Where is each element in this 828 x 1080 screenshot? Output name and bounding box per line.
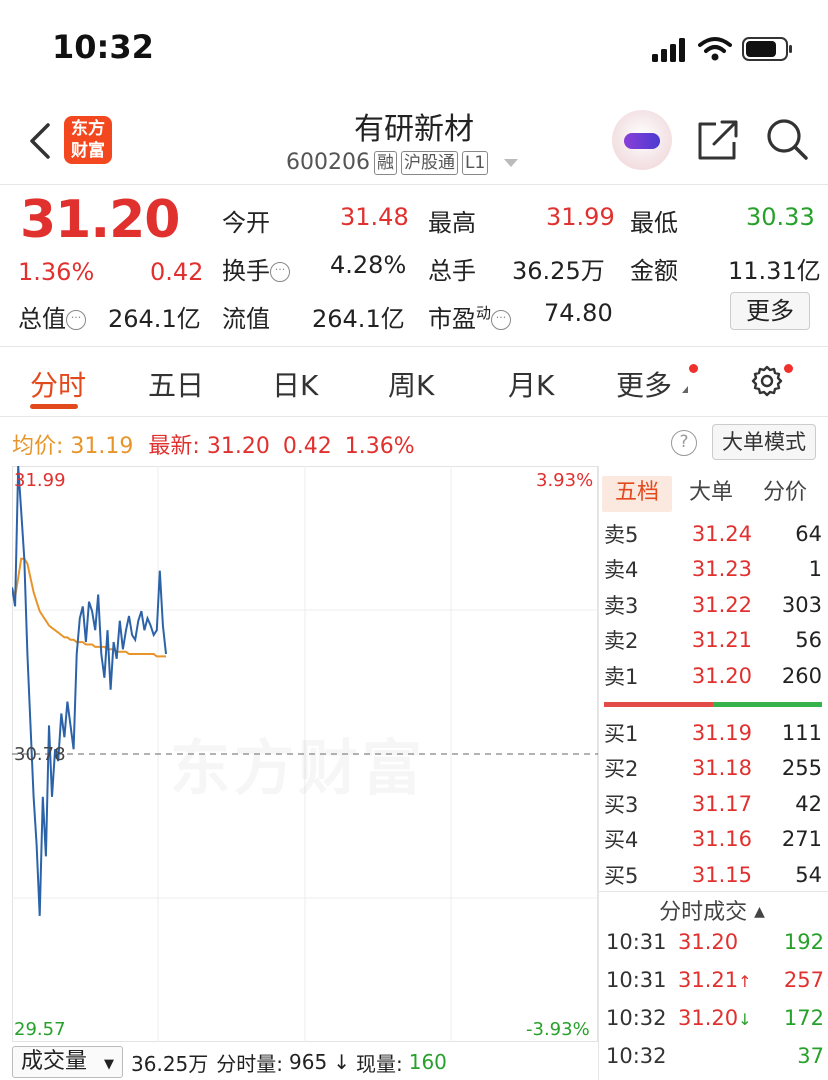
y-tick-bottom: 29.57 [14, 1019, 66, 1040]
float-value-label: 流值 [222, 305, 270, 333]
order-book-divider [598, 466, 599, 1080]
y-pct-top: 3.93% [536, 470, 594, 491]
header-divider [0, 184, 828, 185]
sell-level-5: 卖5 31.24 64 [604, 521, 822, 547]
buy-level-2: 买2 31.18 255 [604, 755, 822, 781]
chevron-down-icon: ▼ [104, 1057, 115, 1072]
turnover-label[interactable]: 换手 ··· [222, 251, 290, 286]
tab-five-levels[interactable]: 五档 [602, 476, 672, 512]
turnover-value: 4.28% [330, 251, 407, 279]
settings-gear-icon[interactable] [750, 364, 784, 398]
current-price: 31.20 [20, 190, 180, 250]
info-icon: ··· [491, 310, 512, 330]
battery-icon [742, 37, 792, 61]
latest-percent: 1.36% [344, 434, 415, 459]
tab-five-day[interactable]: 五日 [148, 364, 204, 404]
more-quote-button[interactable]: 更多 [730, 292, 810, 330]
high-value: 31.99 [546, 203, 615, 231]
change-percent: 1.36% [18, 258, 95, 286]
buy-level-1: 买1 31.19 111 [604, 720, 822, 746]
info-icon: ··· [270, 262, 290, 282]
trade-row: 10:31 31.20 192 [606, 930, 824, 954]
tabs-divider [0, 416, 828, 417]
open-label: 今开 [222, 209, 270, 237]
total-hands-label: 总手 [428, 257, 476, 285]
tab-intraday[interactable]: 分时 [30, 364, 86, 404]
tab-monthly-k[interactable]: 月K [508, 364, 554, 404]
tab-weekly-k[interactable]: 周K [388, 364, 434, 404]
trade-row: 10:32 37 [606, 1044, 824, 1068]
sort-up-icon: ▲ [754, 904, 765, 920]
y-pct-bottom: -3.93% [526, 1019, 590, 1040]
amount-value: 11.31亿 [728, 257, 821, 285]
open-value: 31.48 [340, 203, 409, 231]
total-value-label[interactable]: 总值 ··· [18, 299, 86, 334]
trades-divider [598, 891, 828, 892]
watermark: 东方财富 [170, 734, 426, 804]
notification-dot [689, 364, 698, 373]
total-volume: 36.25万 [131, 1051, 209, 1076]
latest-change: 0.42 [282, 434, 332, 459]
sell-level-1: 卖1 31.20 260 [604, 663, 822, 689]
help-icon[interactable]: ? [671, 430, 697, 456]
buy-sell-bar-red [604, 702, 713, 707]
low-label: 最低 [630, 209, 678, 237]
trades-title[interactable]: 分时成交 ▲ [600, 894, 824, 926]
chart-info-row: 均价: 31.19 最新: 31.20 0.42 1.36% [12, 434, 415, 459]
price-line [12, 466, 167, 916]
tag-margin: 融 [373, 150, 397, 175]
total-value: 264.1亿 [108, 305, 201, 333]
volume-bar: 成交量 ▼ 36.25万 分时量: 965 ↓ 现量: 160 [12, 1044, 447, 1080]
volume-indicator-select[interactable]: 成交量 ▼ [12, 1046, 124, 1078]
status-time: 10:32 [52, 28, 154, 66]
minute-volume: 965 [289, 1050, 328, 1074]
assistant-avatar[interactable] [612, 110, 672, 170]
latest-price: 31.20 [206, 434, 270, 459]
buy-level-5: 买5 31.15 54 [604, 862, 822, 888]
quote-divider [0, 346, 828, 347]
y-tick-mid: 30.78 [14, 744, 66, 765]
tag-level: L1 [461, 150, 489, 175]
tab-daily-k[interactable]: 日K [272, 364, 318, 404]
cellular-signal-icon [652, 38, 685, 62]
stock-code: 600206 [286, 150, 370, 175]
large-order-mode-button[interactable]: 大单模式 [712, 424, 816, 460]
tab-more-indicator-icon [682, 386, 688, 393]
amount-label: 金额 [630, 257, 678, 285]
buy-level-4: 买4 31.16 271 [604, 826, 822, 852]
tab-more[interactable]: 更多 [616, 364, 672, 404]
pe-label[interactable]: 市盈动 ··· [428, 299, 512, 334]
tab-large-orders[interactable]: 大单 [676, 476, 746, 512]
pe-value: 74.80 [544, 299, 613, 327]
total-hands-value: 36.25万 [512, 257, 605, 285]
change-amount: 0.42 [150, 258, 204, 286]
trade-row: 10:31 31.21↑ 257 [606, 968, 824, 992]
buy-sell-bar-green [713, 702, 822, 707]
search-icon[interactable] [764, 116, 810, 162]
trade-row: 10:32 31.20↓ 172 [606, 1006, 824, 1030]
y-tick-top: 31.99 [14, 470, 66, 491]
tab-active-indicator [30, 404, 78, 409]
chevron-down-icon [504, 158, 519, 167]
low-value: 30.33 [746, 203, 815, 231]
wifi-icon [698, 37, 732, 61]
high-label: 最高 [428, 209, 476, 237]
tag-connect: 沪股通 [400, 150, 458, 175]
info-icon: ··· [66, 310, 86, 330]
sell-level-3: 卖3 31.22 303 [604, 592, 822, 618]
tab-price-distribution[interactable]: 分价 [750, 476, 820, 512]
current-volume: 160 [408, 1050, 447, 1074]
sell-level-2: 卖2 31.21 56 [604, 627, 822, 653]
sell-level-4: 卖4 31.23 1 [604, 556, 822, 582]
buy-level-3: 买3 31.17 42 [604, 791, 822, 817]
float-value: 264.1亿 [312, 305, 405, 333]
avg-price: 31.19 [70, 434, 134, 459]
share-icon[interactable] [696, 118, 740, 162]
notification-dot [784, 364, 793, 373]
stock-code-line[interactable]: 600206 融 沪股通 L1 [286, 150, 519, 175]
